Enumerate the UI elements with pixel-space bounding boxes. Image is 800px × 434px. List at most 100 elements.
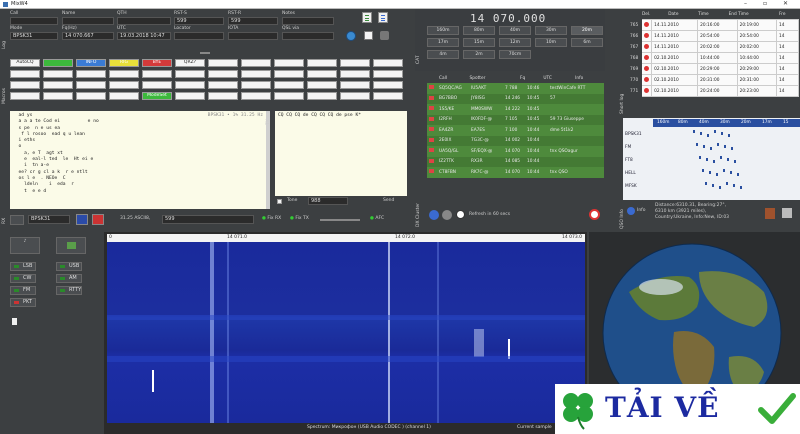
macro-button-12[interactable] — [373, 59, 403, 67]
minimize-button[interactable]: – — [744, 0, 747, 7]
cluster-row[interactable]: UA5Q/GL SF/EQX-@ 14 070 10:44 tnx QSOagur — [427, 146, 604, 157]
macro-button[interactable] — [76, 70, 106, 78]
splitter[interactable] — [200, 52, 210, 54]
maximize-button[interactable]: ▫ — [763, 0, 767, 7]
bandmap-spot[interactable] — [733, 184, 735, 187]
shortlog-table[interactable]: 765 14.11.2010 20:16:00 20:19:00 14 766 14.11.… — [626, 19, 799, 97]
log-book-icon[interactable] — [362, 12, 372, 23]
macro-button[interactable] — [340, 81, 370, 89]
iota-field[interactable] — [228, 32, 278, 40]
afc-slider[interactable] — [320, 219, 360, 221]
macro-button[interactable] — [43, 81, 73, 89]
rx-text-area[interactable]: BPSK31 • 1% 31.25 Hz ad ys a a a te Cod … — [10, 111, 266, 209]
shortlog-row[interactable]: 770 02.10.2010 20:31:00 20:31:00 14 — [626, 74, 799, 86]
bandmap-spot[interactable] — [728, 134, 730, 137]
macro-button[interactable] — [76, 81, 106, 89]
band-button-15m[interactable]: 15m — [463, 38, 495, 47]
band-button-10m[interactable]: 10m — [535, 38, 567, 47]
bandmap-spot[interactable] — [734, 160, 736, 163]
bandmap-mode-bpsk31[interactable]: BPSK31 — [625, 132, 642, 137]
fix-tx-label[interactable]: ● Fix TX — [290, 216, 309, 221]
cluster-table[interactable]: SQ5QC/AG IU5AKT 7 788 10:46 testWinCafe RTT B… — [427, 83, 604, 178]
bandmap-spot[interactable] — [712, 184, 714, 187]
macro-button[interactable] — [109, 70, 139, 78]
macro-button-5[interactable]: BYE — [142, 59, 172, 67]
bandmap-mode-mfsk[interactable]: MFSK — [625, 184, 637, 189]
shortlog-header-3[interactable]: End Time — [727, 10, 777, 18]
bandmap-band-17m[interactable]: 17m — [762, 120, 772, 125]
shortlog-row[interactable]: 767 14.11.2010 20:02:00 20:02:00 14 — [626, 41, 799, 53]
cluster-row[interactable]: EA4ZR EA7ES 7 100 10:44 dme 5t1k2 — [427, 125, 604, 136]
cluster-row[interactable]: 2E0IX 7G3C-@ 14 002 10:44 — [427, 135, 604, 146]
close-button[interactable]: ✕ — [783, 0, 788, 7]
shortlog-row[interactable]: 768 02.10.2010 10:44:00 10:44:00 14 — [626, 52, 799, 64]
tx-text-area[interactable]: CQ CQ CQ de CQ CQ CQ de pse K* — [275, 111, 407, 196]
band-button-40m[interactable]: 40m — [499, 26, 531, 35]
macro-button[interactable] — [340, 92, 370, 100]
delete-icon[interactable] — [641, 19, 653, 31]
macro-button-3[interactable]: INFO — [76, 59, 106, 67]
bandmap-spot[interactable] — [693, 130, 695, 133]
bandmap-spot[interactable] — [726, 182, 728, 185]
flag-icon[interactable] — [364, 31, 373, 40]
macro-button[interactable] — [274, 70, 304, 78]
macro-button[interactable] — [274, 92, 304, 100]
macro-button[interactable] — [10, 81, 40, 89]
macro-button[interactable] — [340, 70, 370, 78]
bandmap-band-15[interactable]: 15 — [783, 120, 788, 125]
cluster-row[interactable]: I2RFH IK0FDF-@ 7 105 10:45 59 73 Giuseppe — [427, 114, 604, 125]
tone-checkbox[interactable] — [277, 199, 282, 204]
band-button-17m[interactable]: 17m — [427, 38, 459, 47]
delete-icon[interactable] — [641, 85, 653, 97]
macro-button-2[interactable] — [43, 59, 73, 67]
rst-s-field[interactable]: 599 — [174, 17, 224, 25]
macro-button-7[interactable] — [208, 59, 238, 67]
utc-field[interactable]: 19.03.2018 10:47 — [117, 32, 171, 40]
macro-button[interactable] — [307, 70, 337, 78]
macro-button[interactable] — [307, 81, 337, 89]
macro-button[interactable] — [76, 92, 106, 100]
macro-button-10[interactable] — [307, 59, 337, 67]
macro-button[interactable] — [208, 81, 238, 89]
delete-icon[interactable] — [641, 63, 653, 75]
bandmap-spot[interactable] — [702, 169, 704, 172]
macro-button[interactable] — [373, 81, 403, 89]
waterfall-display[interactable] — [107, 242, 585, 423]
macro-button[interactable] — [208, 70, 238, 78]
bandmap-spot[interactable] — [709, 171, 711, 174]
freq-field[interactable]: 14 070.667 — [62, 32, 114, 40]
bandmap-spot[interactable] — [703, 145, 705, 148]
stop-icon[interactable] — [92, 214, 104, 225]
macro-button-9[interactable] — [274, 59, 304, 67]
bandmap-band-80m[interactable]: 80m — [678, 120, 688, 125]
macro-button[interactable] — [175, 92, 205, 100]
macro-button[interactable] — [175, 81, 205, 89]
band-button-70cm[interactable]: 70cm — [499, 50, 531, 59]
bandmap-spot[interactable] — [705, 182, 707, 185]
name-field[interactable] — [62, 17, 114, 25]
band-button-4m[interactable]: 4m — [427, 50, 459, 59]
qrz-book-icon[interactable] — [765, 208, 775, 219]
bandmap-band-160m[interactable]: 160m — [657, 120, 669, 125]
send-label[interactable]: Send — [383, 198, 394, 203]
mode-field[interactable]: BPSK31 — [10, 32, 58, 40]
macro-button[interactable] — [43, 70, 73, 78]
shortlog-row[interactable]: 771 02.10.2010 20:24:00 20:23:00 14 — [626, 85, 799, 97]
bandmap-spot[interactable] — [713, 160, 715, 163]
cluster-header-info[interactable]: Info — [573, 74, 604, 82]
page-icon[interactable] — [12, 318, 17, 325]
rx-tx-icon[interactable] — [10, 215, 24, 225]
band-button-12m[interactable]: 12m — [499, 38, 531, 47]
cluster-header-fq[interactable]: Fq — [518, 74, 541, 82]
shortlog-header-4[interactable]: Fre — [777, 10, 799, 18]
macro-button-4[interactable]: RIG — [109, 59, 139, 67]
macro-button-11[interactable] — [340, 59, 370, 67]
shortlog-row[interactable]: 766 14.11.2010 20:54:00 20:54:00 14 — [626, 30, 799, 42]
delete-icon[interactable] — [641, 30, 653, 42]
qsl-via-field[interactable] — [282, 32, 334, 40]
macro-button-1[interactable]: AutoCQ — [10, 59, 40, 67]
tune-button[interactable]: ♪ — [10, 237, 40, 254]
fix-rx-label[interactable]: ● Fix RX — [262, 216, 281, 221]
mode-button-lsb[interactable]: LSB — [10, 262, 36, 271]
bandmap-band-20m[interactable]: 20m — [741, 120, 751, 125]
